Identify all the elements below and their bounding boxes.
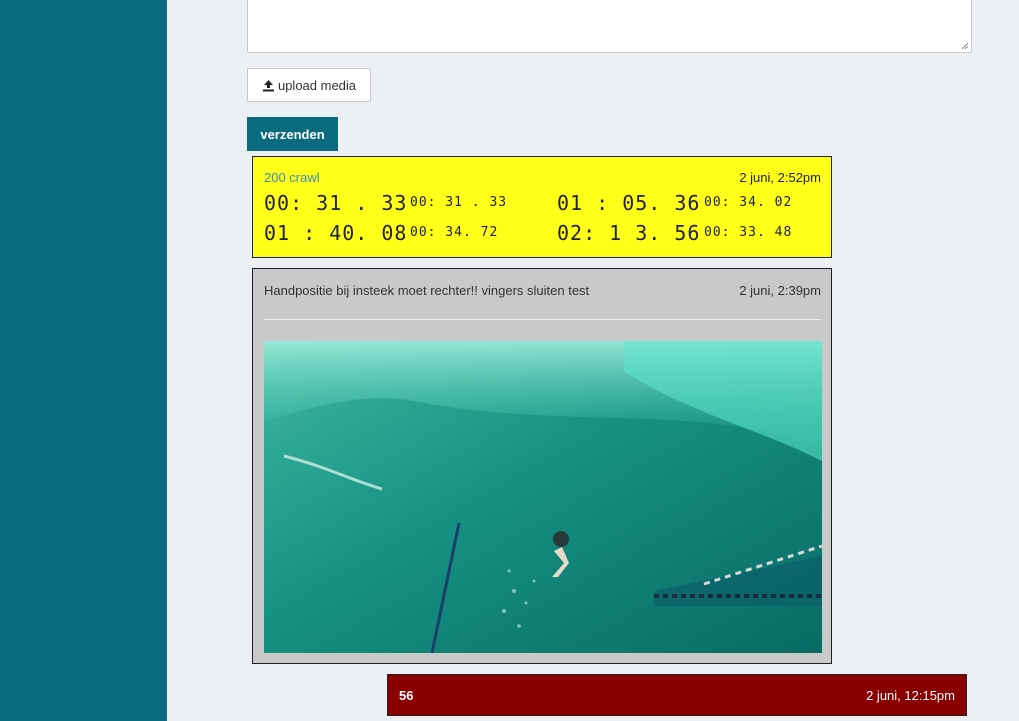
score-card-date: 2 juni, 12:15pm: [866, 688, 955, 703]
score-card[interactable]: 56 2 juni, 12:15pm: [387, 674, 967, 716]
sidebar: [0, 0, 167, 721]
resize-grip-icon[interactable]: [961, 42, 969, 50]
timing-card-title: 200 crawl: [264, 170, 320, 185]
underwater-image: [264, 341, 822, 653]
lap-split-time: 00: 34. 02: [704, 195, 793, 210]
timing-card[interactable]: 200 crawl 2 juni, 2:52pm 00: 31 . 33 00:…: [252, 156, 832, 258]
lap-split-time: 00: 34. 72: [410, 225, 499, 240]
upload-media-label: upload media: [277, 77, 357, 93]
lap-total-time: 01 : 05. 36: [557, 191, 701, 215]
divider: [264, 319, 821, 320]
upload-media-button[interactable]: upload media: [247, 68, 371, 102]
media-card-date: 2 juni, 2:39pm: [739, 283, 821, 298]
lap-total-time: 01 : 40. 08: [264, 221, 408, 245]
swim-video-thumbnail[interactable]: [264, 341, 822, 653]
send-button[interactable]: verzenden: [247, 117, 338, 151]
lap-split-time: 00: 31 . 33: [410, 195, 508, 210]
media-card-message: Handpositie bij insteek moet rechter!! v…: [264, 283, 590, 298]
upload-icon: [262, 79, 274, 91]
score-value: 56: [399, 688, 414, 703]
message-textarea[interactable]: [247, 0, 972, 53]
timing-card-date: 2 juni, 2:52pm: [739, 170, 821, 185]
lap-total-time: 02: 1 3. 56: [557, 221, 701, 245]
lap-total-time: 00: 31 . 33: [264, 191, 408, 215]
media-card[interactable]: Handpositie bij insteek moet rechter!! v…: [252, 268, 832, 664]
lap-split-time: 00: 33. 48: [704, 225, 793, 240]
